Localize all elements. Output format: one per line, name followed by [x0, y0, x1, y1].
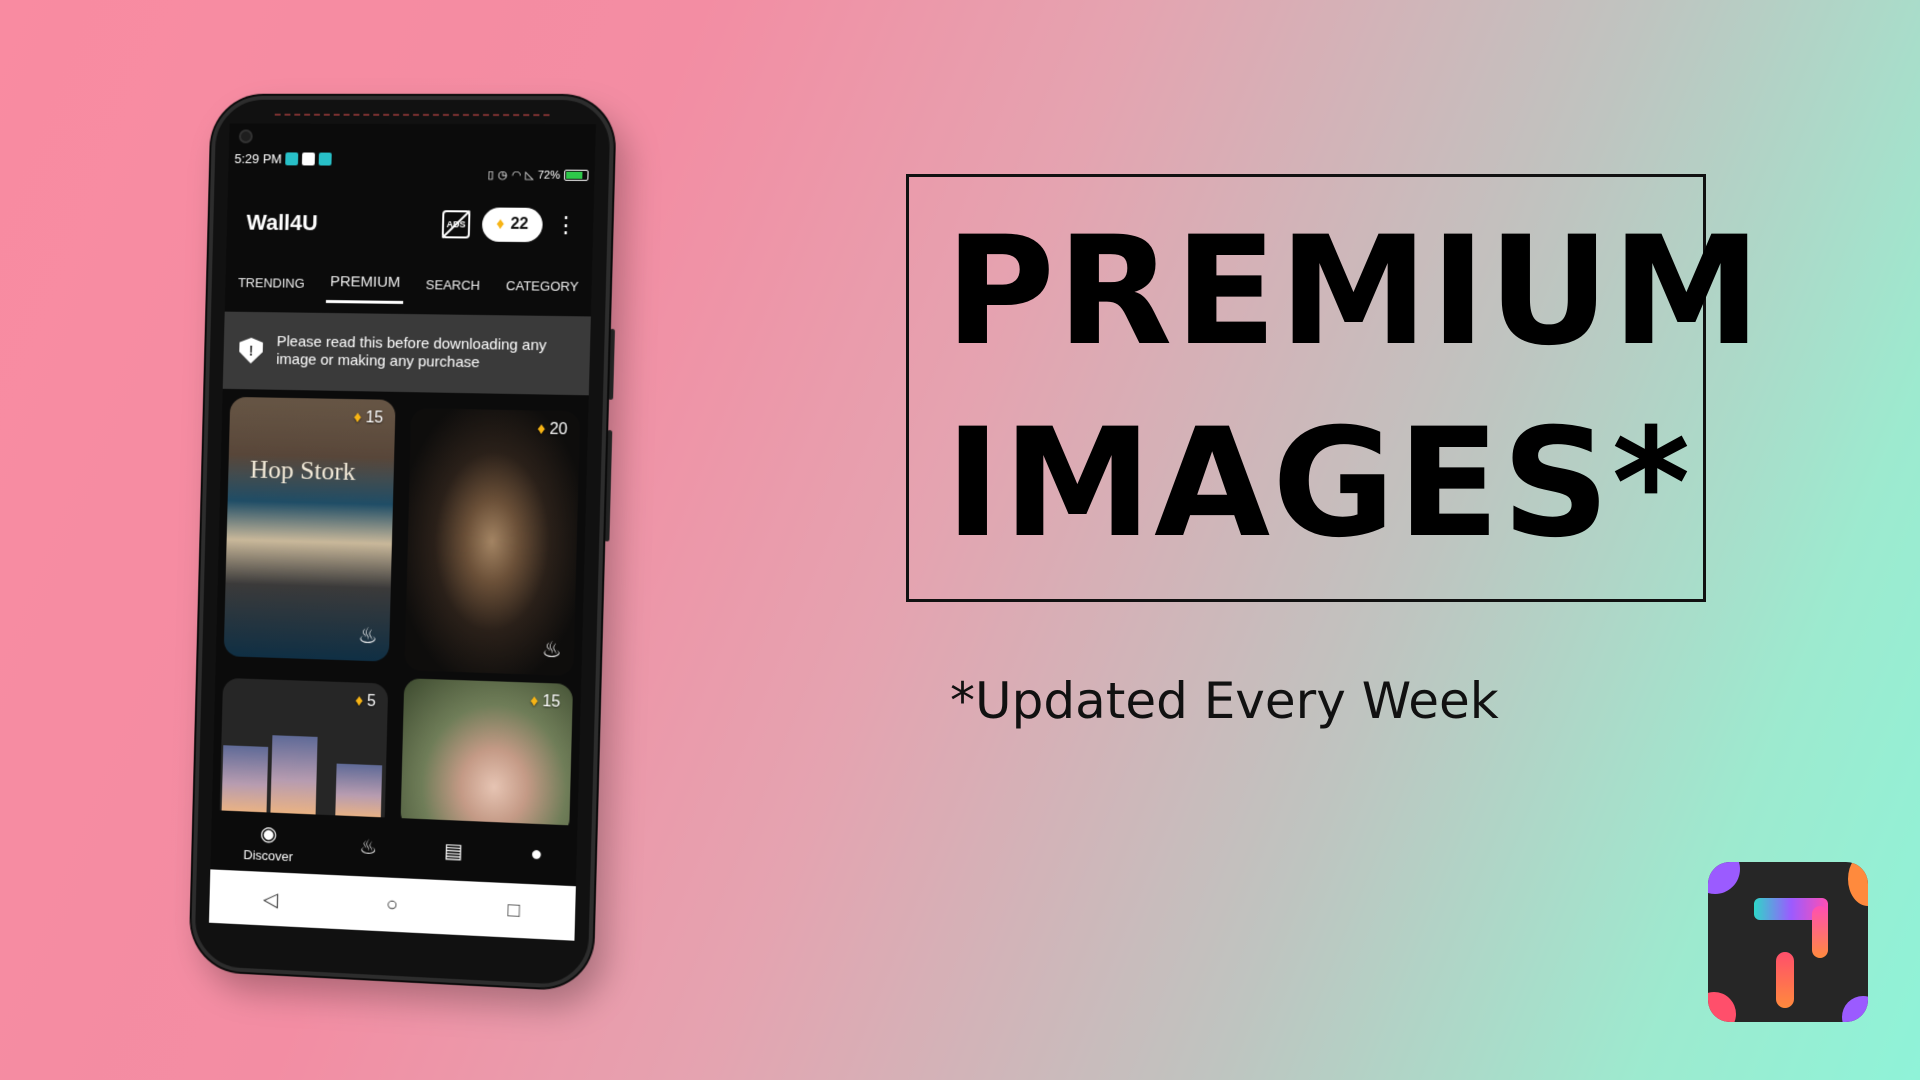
cafe-sign-text: Hop Stork	[249, 454, 357, 486]
gem-balance-button[interactable]: ♦ 22	[481, 207, 544, 243]
price-value: 5	[366, 692, 377, 711]
nav-discover-label: Discover	[243, 847, 294, 865]
nav-trending[interactable]: ♨	[359, 834, 377, 860]
app-header: Wall4U ADS ♦ 22 ⋮	[226, 195, 594, 254]
price-value: 15	[365, 409, 384, 427]
gem-icon: ♦	[354, 692, 364, 710]
status-time: 5:29 PM	[234, 151, 283, 167]
person-icon: ●	[530, 842, 543, 866]
no-ads-button[interactable]: ADS	[441, 210, 471, 239]
gem-count: 22	[510, 215, 529, 233]
wifi-icon: ◠	[511, 169, 522, 182]
signal-icon: ◺	[525, 169, 534, 182]
gem-icon: ♦	[537, 420, 546, 438]
tab-premium[interactable]: PREMIUM	[325, 263, 405, 304]
sky-strip	[221, 745, 269, 817]
gem-icon: ♦	[496, 215, 505, 233]
purchase-notice-banner[interactable]: ! Please read this before downloading an…	[222, 311, 591, 396]
price-value: 15	[542, 693, 561, 711]
discover-icon: ◉	[259, 823, 278, 846]
app-title: Wall4U	[246, 209, 318, 236]
logo-paint-blob	[1848, 862, 1868, 906]
tab-bar: TRENDING PREMIUM SEARCH CATEGORY	[225, 258, 592, 310]
no-ads-icon: ADS	[446, 219, 466, 230]
phone-screen: 5:29 PM ▯ ◷ ◠ ◺ 72% Wall4U ADS ♦ 22 ⋮ TR…	[208, 123, 596, 941]
logo-paint-blob	[1708, 862, 1740, 894]
price-badge: ♦ 5	[355, 692, 376, 711]
paint-roller-handle	[1776, 952, 1794, 1008]
fire-icon: ♨	[541, 636, 563, 663]
battery-percent: 72%	[537, 169, 561, 182]
notification-icon	[285, 152, 299, 166]
speaker-grille	[274, 113, 550, 117]
volume-button	[608, 328, 615, 400]
front-camera	[238, 129, 253, 144]
headline-box: PREMIUM IMAGES*	[906, 174, 1764, 602]
sky-strip	[335, 763, 383, 822]
price-badge: ♦ 20	[537, 421, 568, 440]
phone-frame: 5:29 PM ▯ ◷ ◠ ◺ 72% Wall4U ADS ♦ 22 ⋮ TR…	[190, 95, 615, 991]
usb-icon	[302, 152, 316, 166]
nav-store[interactable]: ▤	[444, 838, 464, 864]
shield-icon: !	[239, 338, 263, 364]
status-bar: 5:29 PM ▯ ◷ ◠ ◺ 72%	[234, 151, 589, 183]
more-options-icon[interactable]: ⋮	[554, 212, 577, 237]
headline-line-2: IMAGES*	[945, 397, 1693, 571]
tab-search[interactable]: SEARCH	[421, 267, 484, 303]
vibrate-icon: ▯	[487, 169, 494, 182]
phone-mockup: 5:29 PM ▯ ◷ ◠ ◺ 72% Wall4U ADS ♦ 22 ⋮ TR…	[190, 95, 615, 991]
notification-icon	[319, 152, 333, 166]
update-note: *Updated Every Week	[950, 672, 1499, 730]
sky-strip	[270, 735, 318, 819]
wallpaper-card[interactable]: ♦ 15	[400, 678, 574, 836]
price-value: 20	[549, 420, 568, 439]
tab-trending[interactable]: TRENDING	[234, 265, 309, 301]
nav-profile[interactable]: ●	[530, 842, 543, 866]
logo-paint-blob	[1842, 996, 1868, 1022]
gem-icon: ♦	[353, 409, 362, 427]
notice-text: Please read this before downloading any …	[276, 333, 547, 372]
store-icon: ▤	[443, 839, 464, 863]
gem-icon: ♦	[529, 692, 539, 711]
wallpaper-grid: Hop Stork ♦ 15 ♨ ♦ 20 ♨ ♦ 5 ♦ 15	[219, 396, 581, 840]
wallpaper-card[interactable]: ♦ 5	[219, 677, 389, 832]
logo-paint-blob	[1708, 992, 1736, 1022]
fire-icon: ♨	[359, 835, 378, 859]
price-badge: ♦ 15	[530, 693, 561, 712]
wallpaper-card[interactable]: ♦ 20 ♨	[404, 408, 581, 676]
headline-line-1: PREMIUM	[945, 205, 1764, 379]
price-badge: ♦ 15	[353, 409, 383, 428]
back-icon[interactable]: ◁	[263, 886, 279, 912]
recents-icon[interactable]: □	[507, 899, 520, 923]
wallpaper-card[interactable]: Hop Stork ♦ 15 ♨	[223, 396, 396, 662]
fire-icon: ♨	[357, 622, 378, 649]
home-icon[interactable]: ○	[386, 893, 399, 917]
nav-discover[interactable]: ◉ Discover	[243, 820, 294, 864]
app-logo	[1708, 862, 1868, 1022]
alarm-icon: ◷	[497, 169, 508, 182]
battery-icon	[563, 169, 589, 181]
paint-roller-arm	[1812, 906, 1828, 958]
tab-category[interactable]: CATEGORY	[502, 267, 584, 303]
